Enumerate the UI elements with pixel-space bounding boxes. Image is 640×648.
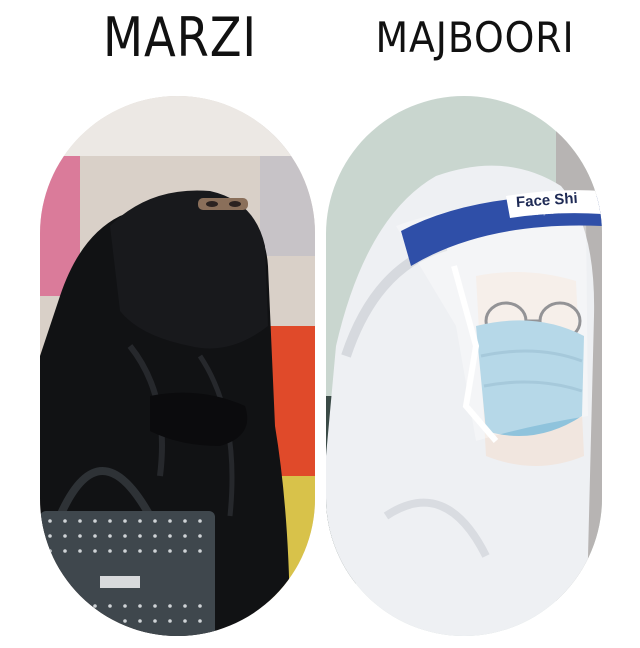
- caption-marzi: MARZI: [103, 6, 257, 69]
- ppe-illustration: [326, 96, 602, 636]
- photo-panel-right: Face Shi Direct Splash Prote: [326, 96, 602, 636]
- photo-panel-left: [40, 96, 315, 636]
- caption-majboori: MAJBOORI: [375, 13, 575, 62]
- handbag-dots: [48, 519, 202, 623]
